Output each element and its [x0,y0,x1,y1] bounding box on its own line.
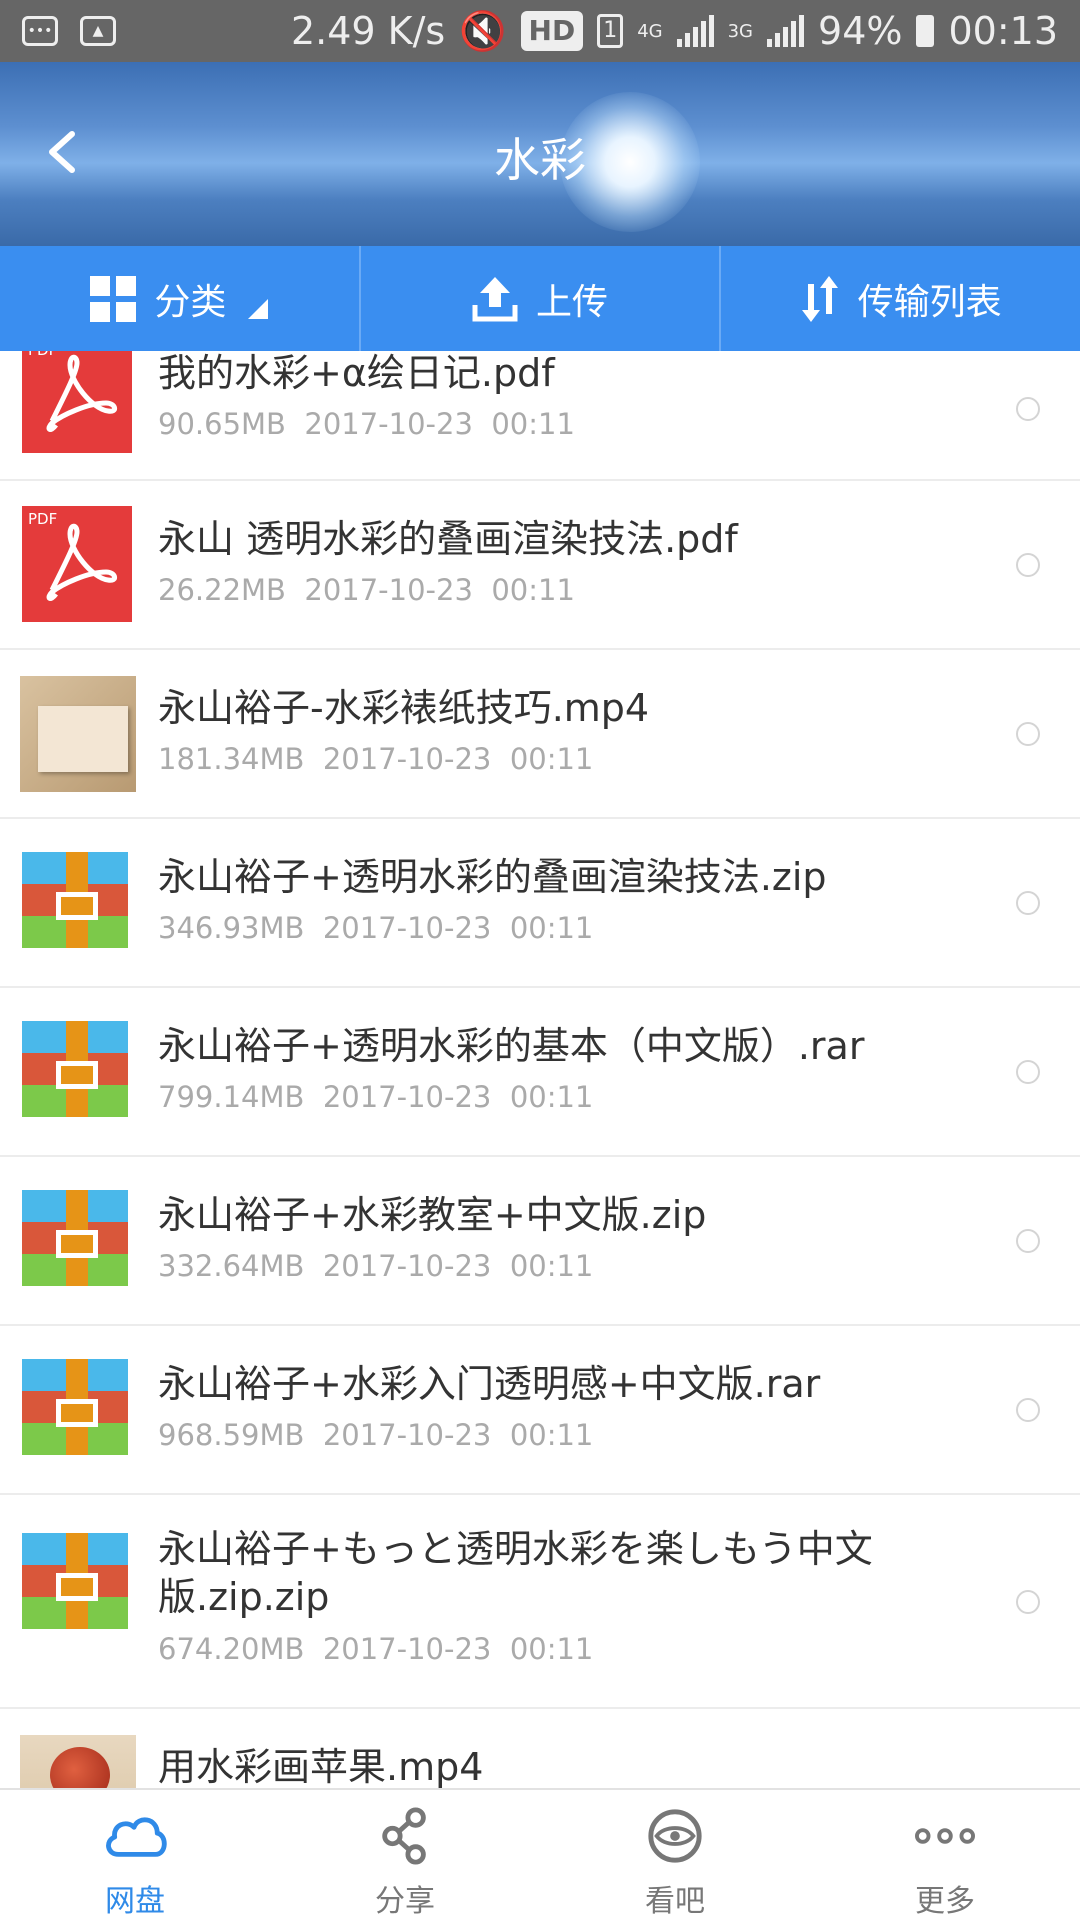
file-name: 永山 透明水彩的叠画渲染技法.pdf [158,517,738,561]
file-row[interactable]: PDF 我的水彩+α绘日记.pdf 90.65MB 2017-10-23 00:… [0,351,1080,481]
grid-icon [90,275,137,322]
signal-icon [676,15,714,47]
file-row[interactable]: 永山裕子+水彩教室+中文版.zip 332.64MB 2017-10-23 00… [0,1157,1080,1326]
video-thumbnail [20,1735,136,1788]
header-banner: 水彩 [0,62,1080,246]
network-3g-label: 3G [727,20,754,42]
file-name: 永山裕子+水彩入门透明感+中文版.rar [158,1362,821,1406]
file-name: 永山裕子+透明水彩的基本（中文版）.rar [158,1024,865,1068]
file-name: 永山裕子+透明水彩的叠画渲染技法.zip [158,855,827,899]
archive-file-icon [22,1190,128,1286]
pdf-file-icon: PDF [22,351,132,453]
archive-file-icon [22,1359,128,1455]
file-name: 永山裕子+もっと透明水彩を楽しもう中文版.zip.zip [158,1527,873,1619]
file-meta: 346.93MB 2017-10-23 00:11 [158,911,594,945]
file-meta: 332.64MB 2017-10-23 00:11 [158,1249,594,1283]
upload-label: 上传 [536,281,609,323]
battery-percent: 94% [818,9,903,53]
file-list: PDF 我的水彩+α绘日记.pdf 90.65MB 2017-10-23 00:… [0,351,1080,1788]
category-button[interactable]: 分类 [0,246,359,351]
page-title: 水彩 [494,133,586,187]
cloud-icon [106,1817,167,1857]
nav-label: 看吧 [645,1884,705,1919]
image-icon: ▲ [80,16,116,46]
toolbar: 分类 上传 传输列表 [0,246,1080,351]
eye-icon [648,1809,702,1863]
battery-icon [916,15,935,47]
nav-item-more[interactable]: 更多 [810,1790,1080,1920]
select-radio[interactable] [1016,1229,1040,1253]
file-meta: 674.20MB 2017-10-23 00:11 [158,1632,594,1666]
network-speed: 2.49 K/s [290,9,446,53]
file-row[interactable]: 永山裕子+透明水彩的叠画渲染技法.zip 346.93MB 2017-10-23… [0,819,1080,988]
file-name: 用水彩画苹果.mp4 [158,1745,484,1788]
select-radio[interactable] [1016,397,1040,421]
select-radio[interactable] [1016,1060,1040,1084]
archive-file-icon [22,852,128,948]
video-thumbnail [20,676,136,792]
file-meta: 968.59MB 2017-10-23 00:11 [158,1418,594,1452]
file-meta: 799.14MB 2017-10-23 00:11 [158,1080,594,1114]
category-label: 分类 [154,281,227,323]
nav-item-netdisk[interactable]: 网盘 [0,1790,270,1920]
network-4g-label: 4G [637,20,663,42]
mute-icon: 🔇 [459,8,507,53]
file-row[interactable]: PDF 永山 透明水彩的叠画渲染技法.pdf 26.22MB 2017-10-2… [0,481,1080,650]
select-radio[interactable] [1016,722,1040,746]
nav-label: 网盘 [105,1884,165,1919]
file-meta: 90.65MB 2017-10-23 00:11 [158,407,575,441]
bottom-nav: 网盘 分享 看吧 更多 [0,1788,1080,1920]
archive-file-icon [22,1021,128,1117]
archive-file-icon [22,1533,128,1629]
file-name: 永山裕子-水彩裱纸技巧.mp4 [158,686,650,730]
clock: 00:13 [948,9,1058,53]
file-row[interactable]: 用水彩画苹果.mp4 [0,1709,1080,1788]
hd-badge: HD [520,11,584,51]
file-meta: 26.22MB 2017-10-23 00:11 [158,573,575,607]
message-icon: ••• [22,16,58,46]
select-radio[interactable] [1016,1590,1040,1614]
file-row[interactable]: 永山裕子-水彩裱纸技巧.mp4 181.34MB 2017-10-23 00:1… [0,650,1080,819]
file-row[interactable]: 永山裕子+もっと透明水彩を楽しもう中文版.zip.zip 674.20MB 20… [0,1495,1080,1709]
status-bar: ••• ▲ 2.49 K/s 🔇 HD 1 4G 3G 94% 00:13 [0,0,1080,62]
nav-label: 分享 [375,1884,435,1919]
nav-item-share[interactable]: 分享 [270,1790,540,1920]
upload-button[interactable]: 上传 [358,246,720,351]
signal-icon-2 [767,15,805,47]
nav-item-watch[interactable]: 看吧 [540,1790,810,1920]
upload-icon [472,276,518,321]
dropdown-triangle-icon [248,298,269,319]
nav-label: 更多 [915,1884,975,1919]
file-meta: 181.34MB 2017-10-23 00:11 [158,742,594,776]
transfer-list-button[interactable]: 传输列表 [719,246,1080,351]
select-radio[interactable] [1016,891,1040,915]
select-radio[interactable] [1016,553,1040,577]
pdf-file-icon: PDF [22,506,132,622]
transfer-list-label: 传输列表 [857,281,1002,323]
select-radio[interactable] [1016,1398,1040,1422]
more-icon [915,1828,975,1844]
sim-badge: 1 [597,14,624,48]
share-icon [382,1807,426,1865]
file-name: 我的水彩+α绘日记.pdf [158,351,555,395]
transfer-icon [801,275,838,322]
file-name: 永山裕子+水彩教室+中文版.zip [158,1193,707,1237]
file-row[interactable]: 永山裕子+透明水彩的基本（中文版）.rar 799.14MB 2017-10-2… [0,988,1080,1157]
file-row[interactable]: 永山裕子+水彩入门透明感+中文版.rar 968.59MB 2017-10-23… [0,1326,1080,1495]
